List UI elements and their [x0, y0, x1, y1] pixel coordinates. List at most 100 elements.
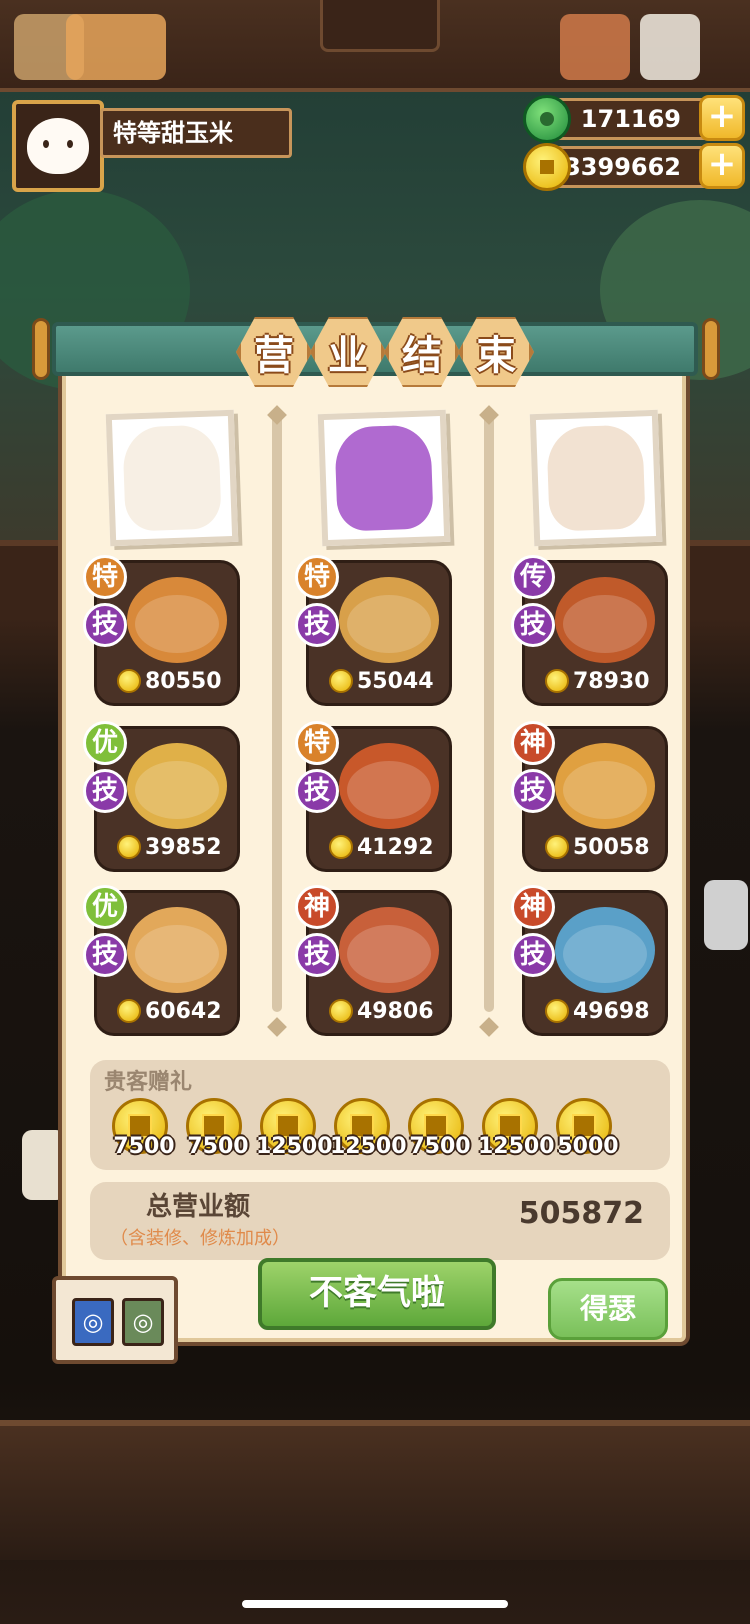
skill-badge: 技: [83, 603, 127, 647]
grade-badge: 特: [83, 555, 127, 599]
dish-card: 神 技 50058: [511, 721, 668, 872]
coin-icon: [545, 835, 569, 859]
tool-green-icon[interactable]: ◎: [122, 1298, 164, 1346]
coin-icon: [117, 669, 141, 693]
dish-card: 神 技 49698: [511, 885, 668, 1036]
dish-card: 优 技 39852: [83, 721, 240, 872]
dish-icon: [127, 907, 227, 993]
side-tab-left[interactable]: [22, 1130, 66, 1200]
dish-price: 80550: [117, 665, 222, 697]
dish-price: 49806: [329, 995, 434, 1027]
show-off-button[interactable]: 得瑟: [548, 1278, 668, 1340]
dish-price: 39852: [117, 831, 222, 863]
coin-icon: [545, 999, 569, 1023]
column-divider: [484, 412, 494, 1012]
side-tab-right[interactable]: [704, 880, 748, 950]
gift-item: 5000: [548, 1098, 620, 1162]
skill-badge: 技: [295, 769, 339, 813]
total-label: 总营业额: [146, 1192, 251, 1222]
scroll-end-right: [702, 318, 720, 380]
game-scene: 特等甜玉米 171169 + 73399662 + 营 业 结 束 特 技 80…: [0, 0, 750, 1624]
gift-item: 7500: [178, 1098, 250, 1162]
skill-badge: 技: [295, 603, 339, 647]
dish-icon: [127, 577, 227, 663]
gift-value: 7500: [113, 1134, 175, 1159]
chef-face-icon: [122, 424, 222, 532]
skill-badge: 技: [511, 603, 555, 647]
gift-item: 12500: [474, 1098, 555, 1162]
player-name: 特等甜玉米: [100, 108, 292, 158]
gift-value: 7500: [409, 1134, 471, 1159]
column-divider: [272, 412, 282, 1012]
dish-icon: [339, 577, 439, 663]
dish-price-value: 80550: [145, 668, 222, 694]
dish-icon: [555, 577, 655, 663]
confirm-button[interactable]: 不客气啦: [258, 1258, 496, 1330]
chef-portrait: [317, 409, 451, 547]
add-jade-button[interactable]: +: [699, 95, 745, 141]
dish-price-value: 49806: [357, 998, 434, 1024]
dish-icon: [555, 743, 655, 829]
grade-badge: 特: [295, 555, 339, 599]
gift-value: 7500: [187, 1134, 249, 1159]
grade-badge: 优: [83, 721, 127, 765]
cat-avatar-icon: [27, 118, 89, 174]
dish-card: 优 技 60642: [83, 885, 240, 1036]
dish-card: 特 技 80550: [83, 555, 240, 706]
dish-price-value: 41292: [357, 834, 434, 860]
gift-item: 7500: [400, 1098, 472, 1162]
skill-badge: 技: [295, 933, 339, 977]
gift-item: 12500: [326, 1098, 407, 1162]
gold-currency: 73399662 +: [523, 143, 745, 191]
grade-badge: 神: [511, 885, 555, 929]
dish-price-value: 49698: [573, 998, 650, 1024]
dish-icon: [339, 743, 439, 829]
dish-icon: [555, 907, 655, 993]
jade-amount: 171169: [580, 105, 681, 133]
jade-icon: [523, 95, 571, 143]
tool-blue-icon[interactable]: ◎: [72, 1298, 114, 1346]
grade-badge: 特: [295, 721, 339, 765]
dish-card: 特 技 55044: [295, 555, 452, 706]
gift-item: 12500: [252, 1098, 333, 1162]
skill-badge: 技: [511, 933, 555, 977]
vip-gift-box: 贵客赠礼 7500 7500 12500 12500 7500 12500 50…: [90, 1060, 670, 1170]
top-shelf: [0, 0, 750, 92]
cat-sign-icon: [66, 14, 166, 80]
coin-icon: [329, 835, 353, 859]
dish-price: 55044: [329, 665, 434, 697]
coin-icon: [329, 999, 353, 1023]
total-value: 505872: [518, 1196, 644, 1231]
total-sublabel: （含装修、修炼加成）: [110, 1228, 290, 1249]
gift-value: 12500: [256, 1134, 333, 1159]
counter: [0, 1420, 750, 1560]
dish-price: 50058: [545, 831, 650, 863]
dish-card: 神 技 49806: [295, 885, 452, 1036]
coin-icon: [523, 143, 571, 191]
skill-badge: 技: [511, 769, 555, 813]
skill-badge: 技: [83, 933, 127, 977]
coin-icon: [545, 669, 569, 693]
home-indicator[interactable]: [242, 1600, 508, 1608]
dish-card: 传 技 78930: [511, 555, 668, 706]
grade-badge: 神: [295, 885, 339, 929]
skill-badge: 技: [83, 769, 127, 813]
add-gold-button[interactable]: +: [699, 143, 745, 189]
dish-price-value: 50058: [573, 834, 650, 860]
chef-face-icon: [334, 424, 434, 532]
hanging-sign: [320, 0, 440, 52]
player-avatar[interactable]: [12, 100, 104, 192]
dish-price-value: 78930: [573, 668, 650, 694]
dish-icon: [127, 743, 227, 829]
dish-price: 60642: [117, 995, 222, 1027]
jade-currency: 171169 +: [523, 95, 745, 143]
tool-box: ◎ ◎: [52, 1276, 178, 1364]
grade-badge: 优: [83, 885, 127, 929]
dish-icon: [339, 907, 439, 993]
dish-price: 78930: [545, 665, 650, 697]
dish-price-value: 39852: [145, 834, 222, 860]
total-revenue-box: 总营业额 （含装修、修炼加成） 505872: [90, 1182, 670, 1260]
gift-value: 12500: [478, 1134, 555, 1159]
dish-price-value: 60642: [145, 998, 222, 1024]
chef-portrait: [105, 409, 239, 547]
